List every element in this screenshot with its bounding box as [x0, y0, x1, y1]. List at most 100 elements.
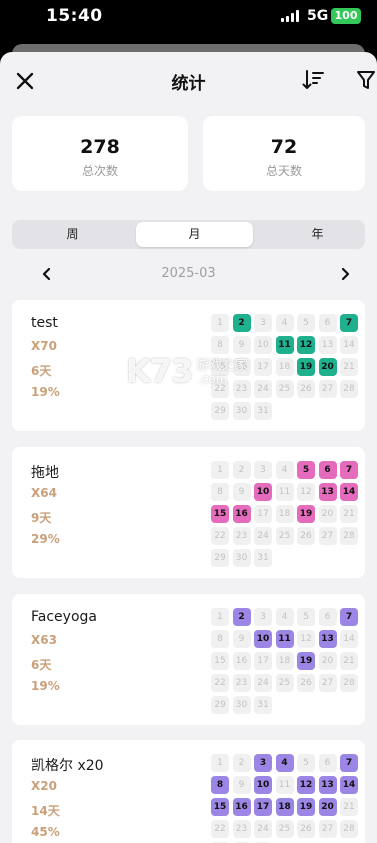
habit-card[interactable]: 拖地 X64 9天 29% 1 2 3 4 5 6 7 8 9 10 11 12 13 14 15 16 17 1…	[12, 447, 365, 578]
calendar-day: 13	[318, 776, 337, 794]
total-count-card: 278 总次数	[12, 116, 188, 191]
calendar-day: 24	[254, 820, 272, 838]
calendar-day: 10	[254, 630, 272, 648]
calendar-day: 24	[254, 380, 272, 398]
habit-name: Faceyoga	[31, 609, 97, 625]
habit-count: X64	[31, 486, 57, 500]
habit-name: 凯格尔 x20	[31, 758, 104, 774]
filter-button[interactable]	[355, 68, 377, 92]
calendar-day: 30	[232, 549, 251, 567]
calendar-day: 23	[232, 674, 251, 692]
calendar-day: 8	[211, 483, 229, 501]
calendar-day: 5	[297, 754, 315, 772]
calendar-day: 25	[275, 527, 294, 545]
calendar-day: 12	[297, 630, 315, 648]
calendar-day: 19	[297, 505, 315, 523]
calendar-day: 26	[297, 380, 315, 398]
status-time: 15:40	[46, 6, 103, 26]
habit-count: X63	[31, 633, 57, 647]
calendar-day: 22	[211, 674, 229, 692]
calendar-day: 12	[297, 483, 315, 501]
calendar-day: 7	[340, 314, 358, 332]
calendar-day: 14	[340, 336, 358, 354]
habit-calendar-grid: 1 2 3 4 5 6 7 8 9 10 11 12 13 14 15 16 17 18 19 20 21 22 23 24 2…	[211, 461, 361, 571]
tab-week[interactable]: 周	[14, 222, 131, 247]
calendar-day: 24	[254, 527, 272, 545]
calendar-day: 14	[340, 483, 358, 501]
calendar-day: 20	[318, 798, 337, 816]
calendar-day: 5	[297, 608, 315, 626]
calendar-day: 7	[340, 754, 358, 772]
habit-count: X20	[31, 779, 57, 793]
calendar-day: 25	[275, 820, 294, 838]
calendar-day: 5	[297, 314, 315, 332]
calendar-day: 3	[254, 314, 272, 332]
calendar-day: 16	[232, 652, 251, 670]
calendar-day: 21	[340, 798, 358, 816]
calendar-day: 7	[340, 608, 358, 626]
calendar-day: 4	[275, 754, 294, 772]
calendar-day: 10	[254, 483, 272, 501]
calendar-day: 25	[275, 380, 294, 398]
calendar-day: 8	[211, 630, 229, 648]
calendar-day: 28	[340, 527, 358, 545]
calendar-day: 25	[275, 674, 294, 692]
calendar-day: 12	[297, 776, 315, 794]
calendar-day: 23	[232, 527, 251, 545]
calendar-day: 9	[232, 483, 251, 501]
habit-days: 6天	[31, 658, 52, 672]
stats-sheet: 统计 278 总次数 72 总天数 周 月 年 2025-03 test X70	[0, 52, 377, 843]
next-month-button[interactable]	[338, 264, 352, 284]
tab-month[interactable]: 月	[136, 222, 253, 247]
month-navigator: 2025-03	[0, 262, 377, 286]
calendar-day: 10	[254, 336, 272, 354]
calendar-day: 27	[318, 674, 337, 692]
habit-card[interactable]: Faceyoga X63 6天 19% 1 2 3 4 5 6 7 8 9 10 11 12 13 14 1…	[12, 594, 365, 725]
calendar-day: 30	[232, 696, 251, 714]
habit-percent: 19%	[31, 385, 60, 399]
calendar-day: 29	[211, 402, 229, 420]
calendar-day: 2	[232, 314, 251, 332]
calendar-day: 7	[340, 461, 358, 479]
calendar-day: 15	[211, 505, 229, 523]
calendar-day: 28	[340, 674, 358, 692]
calendar-day: 21	[340, 652, 358, 670]
habit-card[interactable]: 凯格尔 x20 X20 14天 45% 1 2 3 4 5 6 7 8 9 10 11 12 13 14 1…	[12, 740, 365, 843]
sort-button[interactable]	[302, 67, 326, 93]
calendar-day: 17	[254, 505, 272, 523]
calendar-day: 22	[211, 820, 229, 838]
calendar-day: 26	[297, 674, 315, 692]
calendar-day: 26	[297, 527, 315, 545]
calendar-day: 15	[211, 798, 229, 816]
calendar-day: 13	[318, 630, 337, 648]
calendar-day: 27	[318, 380, 337, 398]
calendar-day: 6	[318, 461, 337, 479]
calendar-day: 1	[211, 461, 229, 479]
habit-days: 14天	[31, 804, 60, 818]
calendar-day: 13	[318, 336, 337, 354]
calendar-day: 2	[232, 461, 251, 479]
calendar-day: 31	[254, 549, 272, 567]
tab-year[interactable]: 年	[259, 222, 376, 247]
calendar-day: 6	[318, 754, 337, 772]
calendar-day: 4	[275, 314, 294, 332]
calendar-day: 6	[318, 608, 337, 626]
calendar-day: 11	[275, 630, 294, 648]
calendar-day: 27	[318, 820, 337, 838]
calendar-day: 27	[318, 527, 337, 545]
total-count-value: 278	[80, 136, 120, 158]
calendar-day: 14	[340, 630, 358, 648]
calendar-day: 18	[275, 798, 294, 816]
calendar-day: 9	[232, 630, 251, 648]
calendar-day: 4	[275, 608, 294, 626]
calendar-day: 15	[211, 652, 229, 670]
watermark-k73: K73	[126, 352, 193, 390]
calendar-day: 14	[340, 776, 358, 794]
calendar-day: 19	[297, 798, 315, 816]
total-days-value: 72	[270, 136, 298, 158]
habit-count: X70	[31, 339, 57, 353]
habit-days: 9天	[31, 511, 52, 525]
calendar-day: 31	[254, 696, 272, 714]
total-days-card: 72 总天数	[203, 116, 365, 191]
calendar-day: 4	[275, 461, 294, 479]
